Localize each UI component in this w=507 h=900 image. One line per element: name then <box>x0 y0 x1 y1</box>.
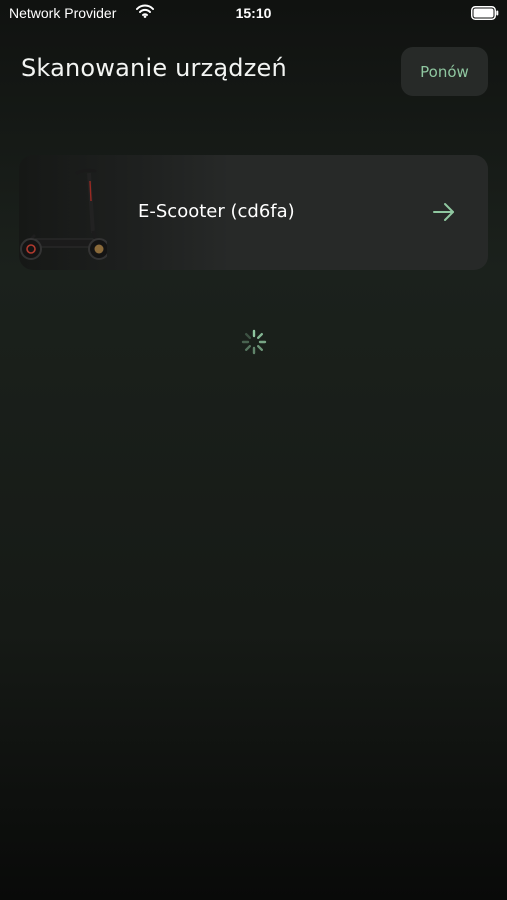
device-card-escooter[interactable]: E-Scooter (cd6fa) <box>19 155 488 270</box>
device-name: E-Scooter (cd6fa) <box>138 201 295 222</box>
battery-icon <box>471 6 499 20</box>
loading-spinner-icon <box>241 329 267 355</box>
status-bar: Network Provider 15:10 <box>0 0 507 28</box>
arrow-right-icon <box>433 203 454 221</box>
page-title: Skanowanie urządzeń <box>21 54 287 82</box>
retry-button[interactable]: Ponów <box>401 47 488 96</box>
clock: 15:10 <box>235 5 272 21</box>
scooter-image <box>20 168 107 260</box>
